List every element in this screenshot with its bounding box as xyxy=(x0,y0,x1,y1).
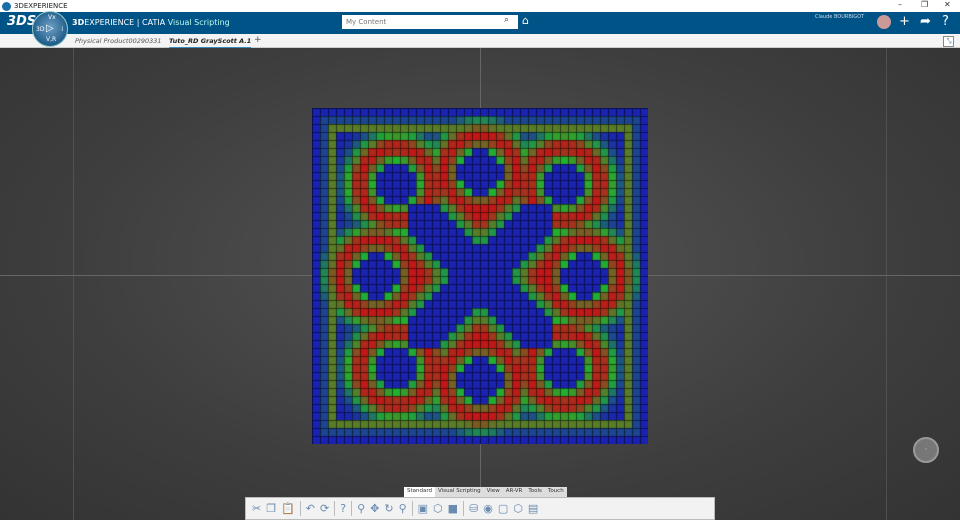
grayscott-grid[interactable] xyxy=(312,108,648,444)
navigation-compass-icon[interactable]: · xyxy=(913,437,939,463)
toolbar-tab[interactable]: AR-VR xyxy=(503,487,526,497)
display-icon[interactable]: ▢ xyxy=(498,502,508,515)
help-icon[interactable]: ? xyxy=(340,502,346,515)
expand-icon[interactable]: ⤡ xyxy=(943,36,954,47)
zoom-icon[interactable]: ⚲ xyxy=(357,502,365,515)
compass-right: i xyxy=(61,26,63,33)
add-tab-button[interactable]: + xyxy=(254,35,262,45)
toolbar-tab[interactable]: Visual Scripting xyxy=(435,487,484,497)
search-icon[interactable]: ⌕ xyxy=(504,15,509,25)
capture-icon[interactable]: ▣ xyxy=(418,502,428,515)
paste-icon[interactable]: 📋 xyxy=(281,502,295,515)
compass-widget[interactable]: Vx 3D i ▷ V,R xyxy=(32,11,68,47)
toolbar-tab[interactable]: View xyxy=(484,487,503,497)
top-bar: 3DS 3DEXPERIENCE | CATIA Visual Scriptin… xyxy=(0,12,960,34)
window-titlebar: 3DEXPERIENCE – ❐ ✕ xyxy=(0,0,960,12)
add-icon[interactable]: + xyxy=(899,14,910,29)
share-icon[interactable]: ➦ xyxy=(920,14,931,29)
rotate-icon[interactable]: ↻ xyxy=(384,502,393,515)
toolbar-tab[interactable]: Touch xyxy=(545,487,567,497)
toolbar-tabs: Standard Visual Scripting View AR-VR Tools To… xyxy=(404,487,567,497)
tab-bar: Physical Product00290331 Tuto_RD GraySco… xyxy=(0,34,960,49)
pan-icon[interactable]: ✥ xyxy=(370,502,379,515)
separator xyxy=(411,501,413,516)
undo-icon[interactable]: ↶ xyxy=(306,502,315,515)
toolbar-tab[interactable]: Tools xyxy=(525,487,545,497)
cut-icon[interactable]: ✂ xyxy=(252,502,261,515)
play-icon[interactable]: ▷ xyxy=(46,23,54,34)
separator xyxy=(299,501,301,516)
separator xyxy=(334,501,336,516)
close-button[interactable]: ✕ xyxy=(944,0,951,9)
toolbar-tab[interactable]: Standard xyxy=(404,487,436,497)
update-icon[interactable]: ⟳ xyxy=(320,502,329,515)
compass-top: Vx xyxy=(48,14,56,21)
copy-icon[interactable]: ❐ xyxy=(266,502,276,515)
search-input[interactable] xyxy=(342,15,518,29)
compass-left: 3D xyxy=(36,26,45,33)
separator xyxy=(351,501,353,516)
compass-bottom: V,R xyxy=(46,36,57,43)
window-title: 3DEXPERIENCE xyxy=(14,2,68,10)
tab-physical-product[interactable]: Physical Product00290331 xyxy=(75,37,162,45)
view-cube-icon[interactable]: ■ xyxy=(448,502,458,515)
grid-line xyxy=(73,48,74,520)
app-title: 3DEXPERIENCE | CATIA Visual Scripting xyxy=(72,18,230,27)
select-icon[interactable]: ▤ xyxy=(528,502,538,515)
zoom-area-icon[interactable]: ⚲ xyxy=(399,502,407,515)
help-icon[interactable]: ? xyxy=(942,14,949,29)
restore-button[interactable]: ❐ xyxy=(921,0,928,9)
grid-line xyxy=(886,48,887,520)
render-style-icon[interactable]: ⬡ xyxy=(433,502,443,515)
user-name: Claude BOURBIGOT xyxy=(815,14,865,20)
separator xyxy=(463,501,465,516)
tag-icon[interactable]: ⌂ xyxy=(522,14,529,27)
hexagon-icon[interactable]: ⬡ xyxy=(513,502,523,515)
action-toolbar: ✂ ❐ 📋 ↶ ⟳? ⚲ ✥ ↻ ⚲ ▣ ⬡ ■ ⛁ ◉ ▢ ⬡ ▤ xyxy=(245,497,715,520)
database-icon[interactable]: ⛁ xyxy=(469,502,478,515)
app-logo-icon xyxy=(2,1,11,11)
globe-icon[interactable]: ◉ xyxy=(483,502,493,515)
minimize-button[interactable]: – xyxy=(898,0,902,9)
avatar[interactable] xyxy=(877,15,891,29)
